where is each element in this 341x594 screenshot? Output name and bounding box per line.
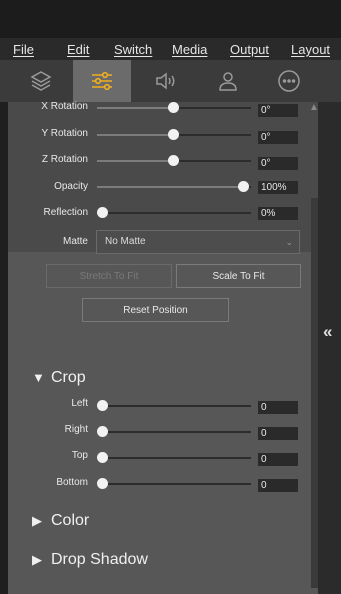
y-rotation-fill bbox=[97, 134, 174, 136]
scrollbar[interactable] bbox=[311, 198, 318, 588]
crop-top-track[interactable] bbox=[97, 457, 251, 459]
crop-right-label: Right bbox=[64, 424, 88, 435]
x-rotation-label: X Rotation bbox=[41, 101, 88, 112]
more-icon bbox=[278, 70, 300, 92]
reflection-label: Reflection bbox=[43, 207, 88, 218]
chevron-down-icon: ⌄ bbox=[285, 237, 293, 247]
matte-selected-value: No Matte bbox=[105, 236, 146, 247]
reflection-value[interactable]: 0% bbox=[258, 207, 298, 220]
z-rotation-fill bbox=[97, 160, 174, 162]
x-rotation-thumb[interactable] bbox=[168, 102, 179, 113]
tab-adjustments[interactable] bbox=[73, 60, 131, 102]
color-section-header[interactable]: ▶ Color bbox=[32, 512, 89, 530]
crop-top-thumb[interactable] bbox=[97, 452, 108, 463]
crop-right-thumb[interactable] bbox=[97, 426, 108, 437]
menu-file[interactable]: File bbox=[13, 42, 34, 57]
collapsed-triangle-icon: ▶ bbox=[32, 552, 42, 567]
stretch-to-fit-button[interactable]: Stretch To Fit bbox=[46, 264, 172, 288]
y-rotation-thumb[interactable] bbox=[168, 129, 179, 140]
sliders-icon bbox=[92, 71, 112, 91]
tab-user[interactable] bbox=[199, 60, 257, 102]
menu-switch[interactable]: Switch bbox=[114, 42, 152, 57]
crop-right-track[interactable] bbox=[97, 431, 251, 433]
tab-more[interactable] bbox=[260, 60, 318, 102]
opacity-thumb[interactable] bbox=[238, 181, 249, 192]
scroll-up-icon[interactable]: ▲ bbox=[309, 102, 319, 113]
crop-left-thumb[interactable] bbox=[97, 400, 108, 411]
opacity-label: Opacity bbox=[54, 181, 88, 192]
y-rotation-label: Y Rotation bbox=[41, 128, 88, 139]
menu-output[interactable]: Output bbox=[230, 42, 269, 57]
crop-left-track[interactable] bbox=[97, 405, 251, 407]
x-rotation-fill bbox=[97, 107, 174, 109]
collapse-panel-button[interactable]: « bbox=[323, 322, 332, 342]
x-rotation-value[interactable]: 0° bbox=[258, 104, 298, 117]
opacity-fill bbox=[97, 186, 244, 188]
layers-icon bbox=[30, 71, 52, 91]
menu-layout[interactable]: Layout bbox=[291, 42, 330, 57]
drop-shadow-title: Drop Shadow bbox=[51, 551, 148, 568]
user-icon bbox=[219, 72, 237, 91]
menu-edit[interactable]: Edit bbox=[67, 42, 89, 57]
crop-section-header[interactable]: ▼ Crop bbox=[32, 369, 86, 387]
scale-to-fit-button[interactable]: Scale To Fit bbox=[176, 264, 301, 288]
z-rotation-thumb[interactable] bbox=[168, 155, 179, 166]
crop-top-label: Top bbox=[71, 450, 88, 461]
z-rotation-value[interactable]: 0° bbox=[258, 157, 298, 170]
reflection-thumb[interactable] bbox=[97, 207, 108, 218]
z-rotation-label: Z Rotation bbox=[41, 154, 88, 165]
crop-bottom-thumb[interactable] bbox=[97, 478, 108, 489]
crop-bottom-label: Bottom bbox=[56, 477, 88, 488]
crop-left-value[interactable]: 0 bbox=[258, 401, 298, 414]
opacity-value[interactable]: 100% bbox=[258, 181, 298, 194]
title-bar bbox=[0, 0, 341, 38]
collapsed-triangle-icon: ▶ bbox=[32, 513, 42, 528]
matte-label: Matte bbox=[62, 236, 88, 247]
right-gutter bbox=[318, 102, 341, 594]
reflection-track[interactable] bbox=[97, 212, 251, 214]
crop-bottom-value[interactable]: 0 bbox=[258, 479, 298, 492]
expanded-triangle-icon: ▼ bbox=[32, 370, 45, 385]
drop-shadow-section-header[interactable]: ▶ Drop Shadow bbox=[32, 551, 148, 569]
menu-bar: File Edit Switch Media Output Layout bbox=[0, 38, 341, 60]
color-title: Color bbox=[51, 512, 90, 529]
speaker-icon bbox=[156, 72, 175, 90]
tab-audio[interactable] bbox=[137, 60, 195, 102]
crop-left-label: Left bbox=[71, 398, 88, 409]
crop-title: Crop bbox=[51, 369, 86, 386]
matte-select[interactable]: No Matte ⌄ bbox=[96, 230, 300, 254]
toolbar bbox=[0, 60, 341, 102]
tab-layers[interactable] bbox=[12, 60, 70, 102]
crop-top-value[interactable]: 0 bbox=[258, 453, 298, 466]
y-rotation-value[interactable]: 0° bbox=[258, 131, 298, 144]
menu-media[interactable]: Media bbox=[172, 42, 207, 57]
reset-position-button[interactable]: Reset Position bbox=[82, 298, 229, 322]
crop-bottom-track[interactable] bbox=[97, 483, 251, 485]
crop-right-value[interactable]: 0 bbox=[258, 427, 298, 440]
